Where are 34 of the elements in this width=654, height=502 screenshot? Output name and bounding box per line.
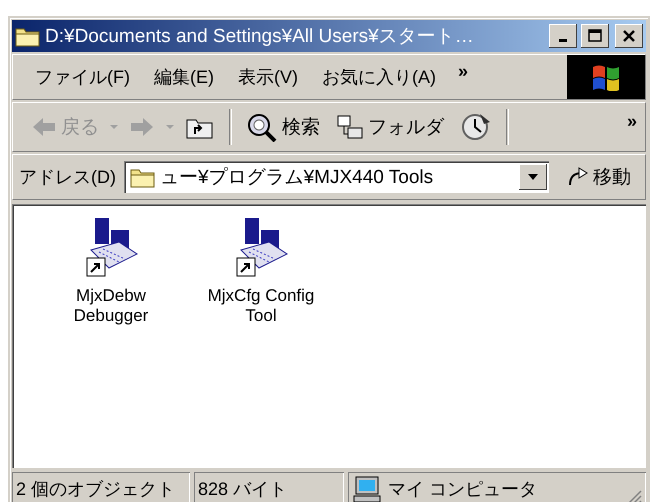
window-title: D:¥Documents and Settings¥All Users¥スタート… [45, 25, 475, 49]
maximize-button[interactable] [581, 24, 609, 48]
file-label[interactable]: MjxDebw Debugger [41, 286, 181, 326]
toolbar-overflow[interactable]: » [618, 110, 645, 132]
address-label: アドレス(D) [19, 166, 116, 189]
menu-item[interactable]: お気に入り(A) [312, 63, 446, 91]
file-size: 828 バイト [194, 472, 344, 502]
close-icon [622, 29, 636, 43]
go-button[interactable]: 移動 [557, 164, 639, 190]
clock-icon [460, 112, 492, 142]
caret-icon [527, 173, 539, 181]
address-field[interactable]: ュー¥プログラム¥MJX440 Tools [124, 161, 549, 193]
search-icon [246, 112, 278, 142]
search-button[interactable]: 検索 [240, 110, 326, 144]
flag-icon [591, 63, 621, 91]
file-label[interactable]: MjxCfg Config Tool [191, 286, 331, 326]
menu-item[interactable]: 表示(V) [228, 63, 308, 91]
forward-arrow-icon [129, 116, 155, 138]
close-button[interactable] [615, 24, 643, 48]
menu-overflow[interactable]: » [450, 60, 476, 82]
back-arrow-icon [31, 116, 57, 138]
zone-label: マイ コンピュータ [388, 478, 538, 501]
computer-icon [352, 475, 382, 502]
caret-icon [109, 123, 119, 131]
dropdown-button[interactable] [519, 164, 547, 190]
minimize-button[interactable] [549, 24, 577, 48]
maximize-icon [588, 29, 602, 43]
caret-icon [165, 123, 175, 131]
menu-item[interactable]: 編集(E) [144, 63, 224, 91]
object-count: 2 個のオブジェクト [12, 472, 190, 502]
folders-icon [336, 114, 364, 140]
menu-item[interactable]: ファイル(F) [25, 63, 140, 91]
folders-button[interactable]: フォルダ [330, 112, 450, 142]
minimize-icon [559, 38, 567, 42]
